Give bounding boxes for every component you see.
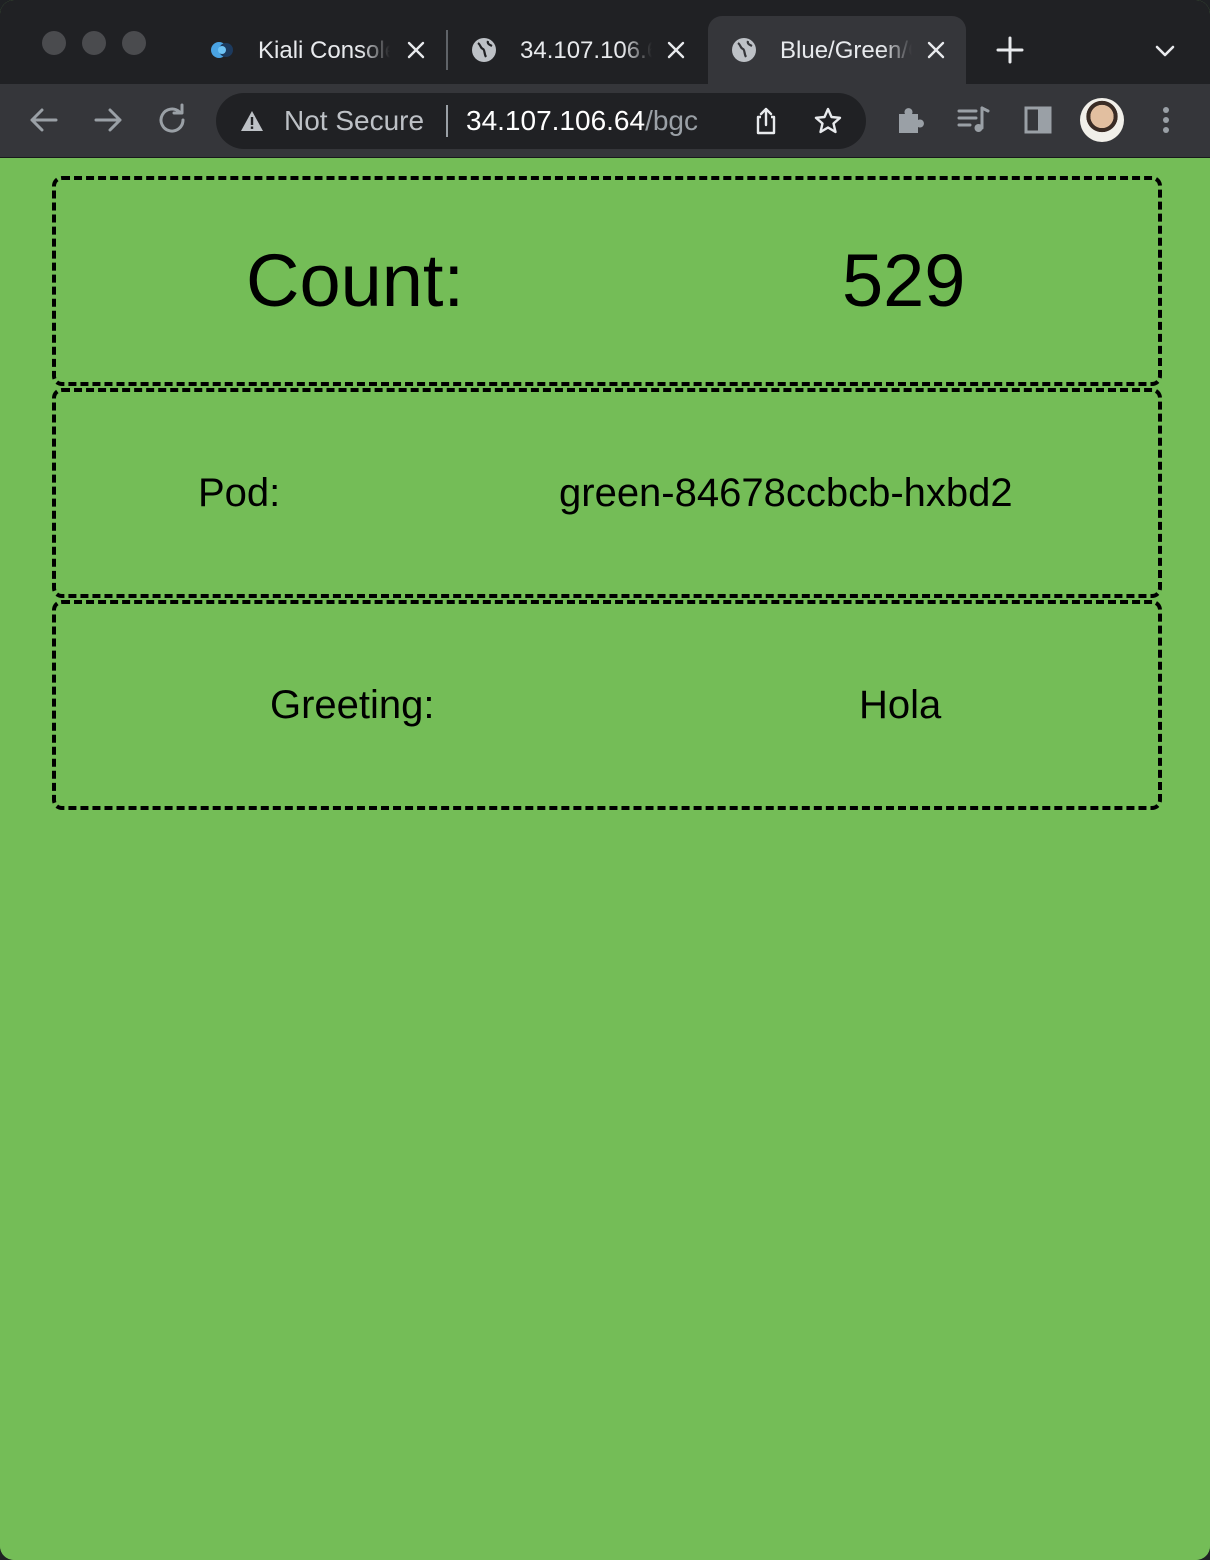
greeting-label: Greeting: bbox=[270, 683, 435, 727]
side-panel-icon[interactable] bbox=[1018, 100, 1058, 140]
url-host: 34.107.106.64 bbox=[466, 105, 646, 136]
close-tab-icon[interactable] bbox=[924, 38, 948, 62]
pod-panel: Pod: green-84678ccbcb-hxbd2 bbox=[52, 388, 1162, 598]
profile-avatar[interactable] bbox=[1080, 98, 1124, 142]
more-menu-kebab-icon[interactable] bbox=[1146, 100, 1186, 140]
page-content: Count: 529 Pod: green-84678ccbcb-hxbd2 G… bbox=[0, 158, 1210, 1560]
forward-arrow-icon[interactable] bbox=[88, 100, 128, 140]
tab-title: 34.107.106.64/bgc bbox=[520, 37, 652, 64]
back-arrow-icon[interactable] bbox=[24, 100, 64, 140]
share-icon[interactable] bbox=[750, 105, 782, 137]
extensions-puzzle-icon[interactable] bbox=[890, 100, 930, 140]
count-label: Count: bbox=[246, 239, 465, 322]
minimize-window-button[interactable] bbox=[82, 31, 106, 55]
browser-window: Kiali Console 34.107.106.64/bgc Blue/Gre… bbox=[0, 0, 1210, 1560]
tab-title: Blue/Green/Canary bbox=[780, 37, 912, 64]
media-queue-icon[interactable] bbox=[954, 100, 994, 140]
greeting-value: Hola bbox=[859, 683, 942, 727]
greeting-panel: Greeting: Hola bbox=[52, 600, 1162, 810]
globe-icon bbox=[472, 38, 496, 62]
reload-icon[interactable] bbox=[152, 100, 192, 140]
new-tab-plus-icon[interactable] bbox=[992, 32, 1028, 68]
tab-ip-address[interactable]: 34.107.106.64/bgc bbox=[448, 16, 706, 84]
kiali-logo-icon bbox=[211, 42, 233, 58]
address-bar[interactable]: Not Secure 34.107.106.64/bgc bbox=[216, 93, 866, 149]
pod-value: green-84678ccbcb-hxbd2 bbox=[559, 471, 1013, 515]
tab-blue-green-canary[interactable]: Blue/Green/Canary bbox=[708, 16, 966, 84]
browser-toolbar: Not Secure 34.107.106.64/bgc bbox=[0, 84, 1210, 158]
close-tab-icon[interactable] bbox=[404, 38, 428, 62]
close-window-button[interactable] bbox=[42, 31, 66, 55]
count-panel: Count: 529 bbox=[52, 176, 1162, 386]
count-value: 529 bbox=[842, 239, 966, 322]
warning-triangle-icon[interactable] bbox=[238, 107, 266, 135]
globe-icon bbox=[732, 38, 756, 62]
address-divider bbox=[446, 105, 448, 137]
close-tab-icon[interactable] bbox=[664, 38, 688, 62]
url-text[interactable]: 34.107.106.64/bgc bbox=[466, 105, 698, 137]
tab-kiali-console[interactable]: Kiali Console bbox=[186, 16, 446, 84]
tab-title: Kiali Console bbox=[258, 37, 390, 64]
tab-strip: Kiali Console 34.107.106.64/bgc Blue/Gre… bbox=[0, 0, 1210, 84]
security-status-label[interactable]: Not Secure bbox=[284, 105, 424, 137]
url-path: /bgc bbox=[645, 105, 698, 136]
pod-label: Pod: bbox=[198, 471, 281, 515]
chevron-down-icon[interactable] bbox=[1150, 36, 1180, 66]
zoom-window-button[interactable] bbox=[122, 31, 146, 55]
bookmark-star-icon[interactable] bbox=[812, 105, 844, 137]
